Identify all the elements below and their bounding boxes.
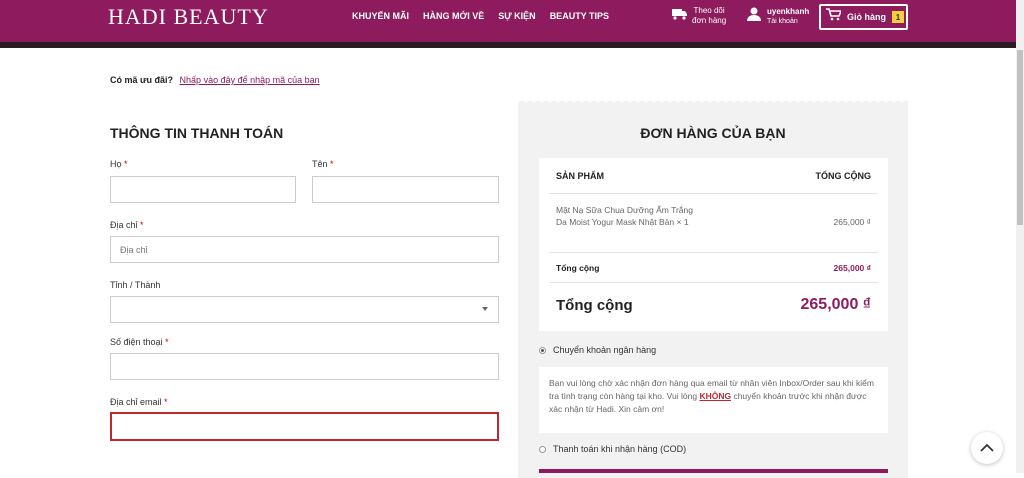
address-input[interactable]: Địa chỉ (110, 236, 499, 263)
subtotal-value: 265,000 ₫ (833, 263, 871, 273)
cart-button[interactable]: Giỏ hàng 1 (819, 4, 908, 30)
order-table: SẢN PHẨM TỔNG CỘNG Mặt Nạ Sữa Chua Dưỡng… (539, 158, 888, 331)
nav-item-events[interactable]: SỰ KIỆN (498, 11, 535, 21)
order-item: Mặt Nạ Sữa Chua Dưỡng Ẩm Trắng Da Moist … (556, 204, 726, 228)
cod-radio[interactable] (539, 446, 546, 453)
nav-item-new-arrivals[interactable]: HÀNG MỚI VỀ (423, 11, 484, 21)
email-label: Địa chỉ email * (110, 397, 168, 407)
cod-label[interactable]: Thanh toán khi nhận hàng (COD) (553, 444, 686, 454)
subtotal-label: Tổng cộng (556, 263, 600, 273)
coupon-question: Có mã ưu đãi? (110, 75, 174, 85)
divider (549, 193, 878, 194)
col-product-header: SẢN PHẨM (556, 171, 605, 181)
order-title: ĐƠN HÀNG CỦA BẠN (640, 125, 786, 141)
grand-total-value: 265,000 ₫ (800, 296, 872, 313)
address-label: Địa chỉ * (110, 220, 144, 230)
order-item-name-line1: Mặt Nạ Sữa Chua Dưỡng Ẩm Trắng (556, 205, 693, 215)
account-username: uyenkhanh (767, 7, 810, 16)
last-name-input[interactable] (110, 176, 296, 203)
chevron-down-icon (482, 307, 488, 311)
last-name-label: Họ * (110, 159, 128, 169)
coupon-notice: Có mã ưu đãi? Nhấp vào đây để nhập mã củ… (110, 75, 320, 85)
cart-icon (826, 8, 843, 26)
grand-total-label: Tổng cộng (556, 297, 633, 314)
scrollbar-thumb[interactable] (1017, 50, 1023, 225)
site-logo[interactable]: HADI BEAUTY (108, 4, 269, 30)
bank-transfer-note: Bạn vui lòng chờ xác nhận đơn hàng qua e… (539, 367, 888, 433)
page-scrollbar[interactable] (1016, 0, 1024, 473)
scroll-to-top-button[interactable] (971, 432, 1003, 464)
account-sublabel: Tài khoản (767, 18, 798, 25)
address-placeholder: Địa chỉ (120, 244, 148, 255)
billing-title: THÔNG TIN THANH TOÁN (110, 125, 284, 141)
main-nav: KHUYẾN MÃI HÀNG MỚI VỀ SỰ KIỆN BEAUTY TI… (352, 11, 609, 21)
truck-icon (672, 7, 688, 25)
cart-label: Giỏ hàng (847, 12, 886, 22)
province-label: Tỉnh / Thành (110, 280, 161, 290)
order-item-price: 265,000 ₫ (833, 217, 871, 227)
bank-note-highlight: KHÔNG (699, 391, 732, 401)
phone-input[interactable] (110, 353, 499, 380)
track-order-link[interactable]: Theo dõi đơn hàng (672, 6, 726, 26)
bank-transfer-label[interactable]: Chuyển khoản ngân hàng (553, 345, 656, 355)
email-input[interactable] (110, 412, 499, 441)
first-name-input[interactable] (312, 176, 499, 203)
cart-count-badge: 1 (892, 11, 904, 23)
divider (549, 252, 878, 253)
bank-transfer-radio[interactable] (539, 347, 546, 354)
track-order-line2: đơn hàng (692, 16, 727, 25)
chevron-up-icon (980, 439, 994, 457)
order-item-qty: × 1 (676, 217, 689, 227)
account-link[interactable]: uyenkhanh Tài khoản (746, 6, 809, 27)
province-select[interactable] (110, 296, 499, 323)
track-order-line1: Theo dõi (693, 6, 725, 15)
place-order-button[interactable] (539, 469, 888, 473)
divider (549, 282, 878, 283)
col-total-header: TỔNG CỘNG (815, 171, 872, 181)
order-item-name-line2: Da Moist Yogur Mask Nhật Bản × 1 (556, 217, 689, 227)
phone-label: Số điện thoại * (110, 337, 169, 347)
header-banner-strip (0, 42, 1016, 48)
first-name-label: Tên * (312, 159, 334, 169)
nav-item-beauty-tips[interactable]: BEAUTY TIPS (550, 11, 609, 21)
user-icon (746, 6, 762, 27)
coupon-link[interactable]: Nhấp vào đây để nhập mã của bạn (180, 75, 320, 85)
nav-item-promotions[interactable]: KHUYẾN MÃI (352, 11, 409, 21)
